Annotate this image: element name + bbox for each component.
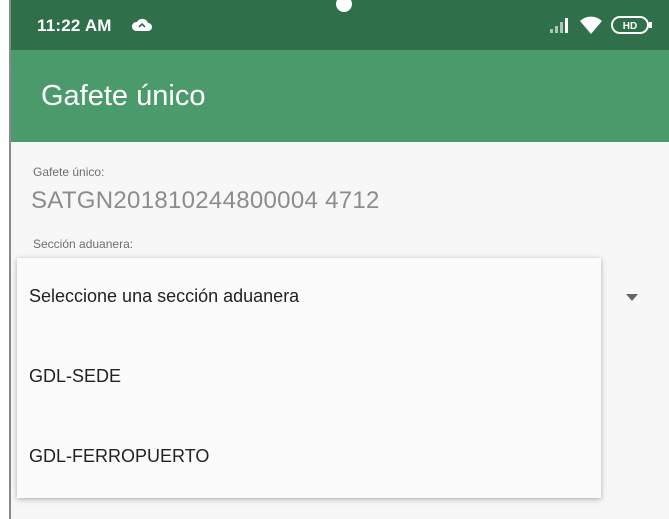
badge-label: Gafete único:: [33, 165, 105, 179]
dropdown-option-label: Seleccione una sección aduanera: [29, 286, 300, 306]
dropdown-option-gdl-sede[interactable]: GDL-SEDE: [17, 338, 601, 418]
cellular-signal-icon: [550, 18, 568, 33]
dropdown-option-placeholder[interactable]: Seleccione una sección aduanera: [17, 258, 601, 338]
customs-section-dropdown[interactable]: Seleccione una sección aduanera GDL-SEDE…: [17, 258, 601, 498]
app-screen: 11:22 AM HD Gafete único Gafete único: S…: [11, 0, 669, 519]
device-left-edge: [0, 0, 11, 519]
status-bar: 11:22 AM HD: [11, 0, 669, 50]
cloud-icon: [131, 18, 152, 31]
page-title: Gafete único: [41, 80, 206, 112]
battery-hd-icon: HD: [611, 16, 652, 34]
dropdown-arrow-icon[interactable]: [626, 294, 638, 302]
dropdown-option-label: GDL-SEDE: [29, 366, 122, 386]
app-bar: Gafete único: [11, 50, 669, 142]
dropdown-option-label: GDL-FERROPUERTO: [29, 446, 210, 466]
badge-value: SATGN201810244800004 4712: [31, 187, 380, 214]
customs-section-label: Sección aduanera:: [33, 237, 134, 251]
dropdown-option-gdl-ferropuerto[interactable]: GDL-FERROPUERTO: [17, 418, 601, 498]
form-content: Gafete único: SATGN201810244800004 4712 …: [11, 142, 669, 519]
battery-label: HD: [623, 21, 637, 32]
status-time: 11:22 AM: [37, 16, 112, 35]
phone-screenshot: 11:22 AM HD Gafete único Gafete único: S…: [0, 0, 669, 519]
camera-notch: [336, 0, 352, 12]
wifi-icon: [580, 16, 602, 34]
